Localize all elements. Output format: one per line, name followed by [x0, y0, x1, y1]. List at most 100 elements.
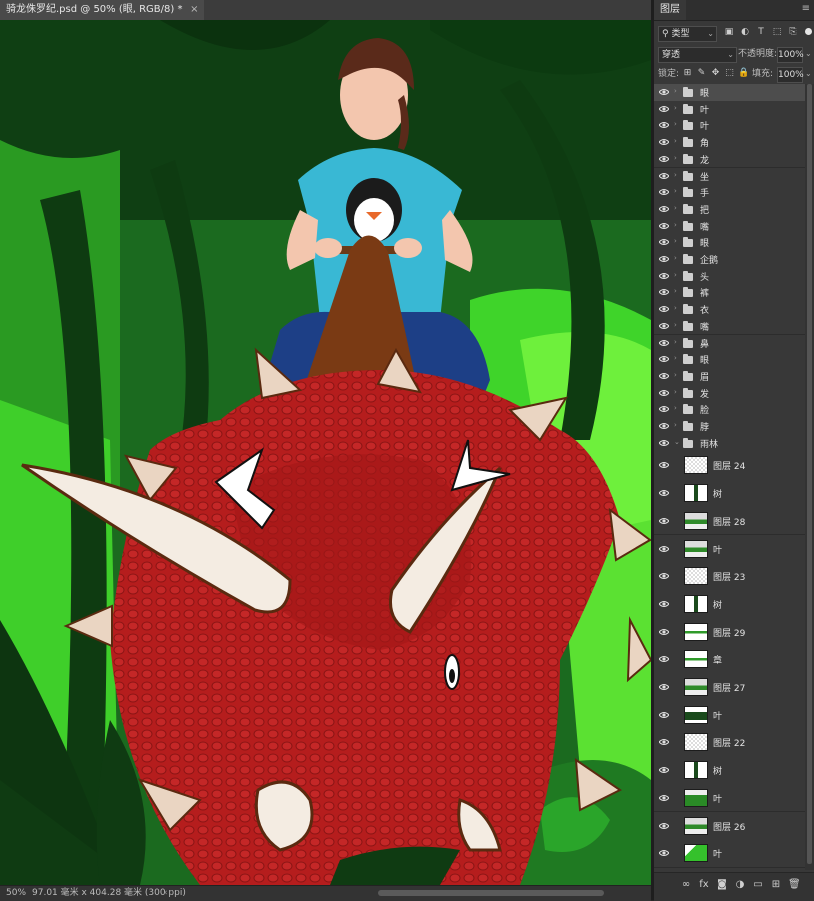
expand-right-icon[interactable]: ›	[674, 404, 677, 412]
layer-row[interactable]: 章	[654, 645, 805, 674]
visibility-eye-icon[interactable]	[659, 104, 669, 114]
layer-row[interactable]: 图层 23	[654, 562, 805, 591]
adjustment-layer-icon[interactable]: ◑	[734, 879, 746, 891]
layer-row[interactable]: 图层 27	[654, 673, 805, 702]
fx-icon[interactable]: fx	[698, 879, 710, 891]
opacity-field[interactable]: 100%	[777, 47, 804, 63]
layer-group-row[interactable]: › 裤	[654, 284, 805, 303]
visibility-eye-icon[interactable]	[659, 254, 669, 264]
layer-group-row[interactable]: › 鼻	[654, 334, 805, 353]
trash-icon[interactable]: 🗑	[788, 879, 801, 891]
expand-right-icon[interactable]: ›	[674, 237, 677, 245]
fill-field[interactable]: 100%	[777, 67, 804, 83]
layer-row[interactable]: 图层 26	[654, 811, 805, 841]
type-icon[interactable]: T	[756, 27, 766, 37]
filter-toggle[interactable]	[805, 28, 812, 35]
layer-group-row[interactable]: › 眼	[654, 351, 805, 369]
layer-thumbnail[interactable]	[684, 733, 708, 752]
visibility-eye-icon[interactable]	[659, 371, 669, 381]
close-tab-icon[interactable]: ×	[190, 0, 198, 20]
layer-thumbnail[interactable]	[684, 650, 708, 669]
visibility-eye-icon[interactable]	[659, 682, 669, 692]
new-layer-icon[interactable]: ⊞	[770, 879, 782, 891]
visibility-eye-icon[interactable]	[659, 438, 669, 448]
layer-thumbnail[interactable]	[684, 705, 708, 724]
expand-right-icon[interactable]: ›	[674, 421, 677, 429]
shape-icon[interactable]: ⬚	[772, 27, 782, 37]
lock-artboard-icon[interactable]: ⬚	[724, 68, 735, 79]
visibility-eye-icon[interactable]	[659, 388, 669, 398]
layer-group-row[interactable]: › 嘴	[654, 217, 805, 236]
layer-filter-select[interactable]: ⚲ 类型 ⌄	[658, 26, 717, 42]
layer-thumbnail[interactable]	[684, 594, 708, 613]
layer-group-row[interactable]: › 把	[654, 200, 805, 219]
layer-group-row[interactable]: ⌄ 雨林	[654, 434, 805, 453]
visibility-eye-icon[interactable]	[659, 571, 669, 581]
layer-group-row[interactable]: › 嘴	[654, 317, 805, 336]
layers-scroll-thumb[interactable]	[807, 84, 812, 864]
image-icon[interactable]: ▣	[724, 27, 734, 37]
expand-right-icon[interactable]: ›	[674, 287, 677, 295]
expand-right-icon[interactable]: ›	[674, 104, 677, 112]
layer-group-row[interactable]: › 衣	[654, 301, 805, 319]
document-tab[interactable]: 骑龙侏罗纪.psd @ 50% (眼, RGB/8) * ×	[0, 0, 205, 20]
layer-group-row[interactable]: › 眉	[654, 367, 805, 386]
layer-thumbnail[interactable]	[684, 567, 708, 586]
panel-menu-icon[interactable]: ≡	[802, 3, 810, 14]
expand-right-icon[interactable]: ›	[674, 304, 677, 312]
expand-right-icon[interactable]: ›	[674, 154, 677, 162]
zoom-level[interactable]: 50%	[6, 886, 26, 900]
visibility-eye-icon[interactable]	[659, 204, 669, 214]
visibility-eye-icon[interactable]	[659, 87, 669, 97]
layer-row[interactable]: 树	[654, 479, 805, 508]
visibility-eye-icon[interactable]	[659, 710, 669, 720]
adjustment-icon[interactable]: ◐	[740, 27, 750, 37]
layer-row[interactable]: 叶	[654, 839, 805, 868]
link-icon[interactable]: ∞	[680, 879, 692, 891]
layer-thumbnail[interactable]	[684, 622, 708, 641]
expand-right-icon[interactable]: ›	[674, 120, 677, 128]
layer-group-row[interactable]: › 龙	[654, 150, 805, 169]
layer-row[interactable]: 叶	[654, 534, 805, 564]
layer-thumbnail[interactable]	[684, 788, 708, 807]
new-group-icon[interactable]: ▭	[752, 879, 764, 891]
visibility-eye-icon[interactable]	[659, 654, 669, 664]
expand-right-icon[interactable]: ›	[674, 187, 677, 195]
visibility-eye-icon[interactable]	[659, 599, 669, 609]
layer-thumbnail[interactable]	[684, 539, 708, 558]
layer-group-row[interactable]: › 眼	[654, 84, 805, 102]
layer-thumbnail[interactable]	[684, 511, 708, 530]
visibility-eye-icon[interactable]	[659, 237, 669, 247]
horizontal-scrollbar[interactable]	[378, 890, 604, 896]
layer-row[interactable]: 图层 22	[654, 728, 805, 758]
layer-thumbnail[interactable]	[684, 678, 708, 696]
visibility-eye-icon[interactable]	[659, 137, 669, 147]
visibility-eye-icon[interactable]	[659, 287, 669, 297]
layer-row[interactable]: 叶	[654, 783, 805, 813]
expand-right-icon[interactable]: ›	[674, 137, 677, 145]
layer-group-row[interactable]: › 脖	[654, 418, 805, 436]
lock-position-icon[interactable]: ✥	[710, 68, 721, 79]
layers-list[interactable]: › 眼 › 叶 › 叶 › 角 › 龙 › 坐 › 手 › 把 › 嘴 › 眼 › 企鹅 › 头 › 裤 › 衣 › 嘴 › 鼻 › 眼 › 眉 › 发 ›…	[654, 84, 805, 870]
lock-transparent-icon[interactable]: ⊞	[682, 68, 693, 79]
visibility-eye-icon[interactable]	[659, 516, 669, 526]
layer-group-row[interactable]: › 角	[654, 134, 805, 152]
expand-right-icon[interactable]: ›	[674, 271, 677, 279]
layer-thumbnail[interactable]	[684, 844, 708, 863]
expand-right-icon[interactable]: ›	[674, 354, 677, 362]
layers-panel-tab[interactable]: 图层	[654, 0, 686, 20]
visibility-eye-icon[interactable]	[659, 154, 669, 164]
layer-group-row[interactable]: › 手	[654, 184, 805, 202]
lock-all-icon[interactable]: 🔒	[738, 68, 749, 79]
layer-group-row[interactable]: › 脸	[654, 401, 805, 419]
layer-group-row[interactable]: › 企鹅	[654, 251, 805, 269]
layer-thumbnail[interactable]	[684, 816, 708, 835]
visibility-eye-icon[interactable]	[659, 221, 669, 231]
expand-right-icon[interactable]: ›	[674, 338, 677, 346]
visibility-eye-icon[interactable]	[659, 821, 669, 831]
expand-right-icon[interactable]: ›	[674, 87, 677, 95]
layer-group-row[interactable]: › 叶	[654, 100, 805, 119]
layer-group-row[interactable]: › 坐	[654, 167, 805, 186]
visibility-eye-icon[interactable]	[659, 404, 669, 414]
visibility-eye-icon[interactable]	[659, 304, 669, 314]
